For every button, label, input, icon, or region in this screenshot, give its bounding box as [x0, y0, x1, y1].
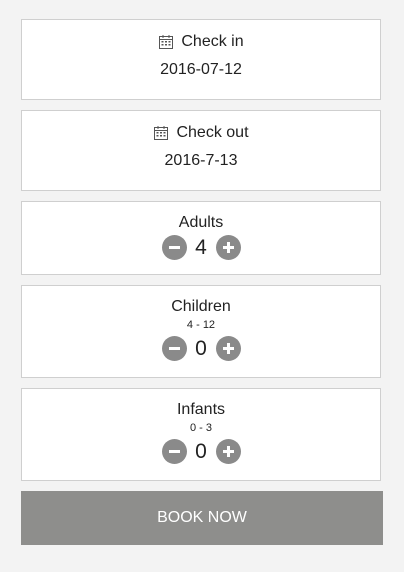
- infants-label: Infants: [176, 401, 226, 418]
- infants-decrement-button[interactable]: [161, 439, 187, 464]
- minus-icon: [168, 246, 180, 249]
- infants-age-range: 0 - 3: [189, 422, 212, 434]
- children-stepper: 0: [22, 336, 380, 361]
- checkout-date[interactable]: 2016-7-13: [22, 151, 380, 171]
- children-age-range: 4 - 12: [186, 319, 216, 331]
- plus-icon: [226, 242, 230, 253]
- checkin-label: Check in: [181, 33, 244, 50]
- children-field: Children 4 - 12 0: [21, 285, 381, 378]
- adults-field: Adults 4: [21, 201, 381, 275]
- plus-icon: [226, 343, 230, 354]
- minus-icon: [168, 347, 180, 350]
- checkout-field[interactable]: Check out 2016-7-13: [21, 110, 381, 191]
- adults-decrement-button[interactable]: [161, 235, 187, 260]
- checkin-field[interactable]: Check in 2016-07-12: [21, 19, 381, 100]
- infants-increment-button[interactable]: [215, 439, 241, 464]
- infants-stepper: 0: [22, 439, 380, 464]
- infants-field: Infants 0 - 3 0: [21, 388, 381, 481]
- infants-count: 0: [195, 440, 207, 463]
- adults-stepper: 4: [22, 235, 380, 260]
- minus-icon: [168, 450, 180, 453]
- adults-label: Adults: [178, 214, 224, 231]
- adults-increment-button[interactable]: [215, 235, 241, 260]
- checkout-label: Check out: [176, 124, 249, 141]
- plus-icon: [226, 446, 230, 457]
- calendar-icon: [154, 126, 169, 140]
- book-now-button[interactable]: BOOK NOW: [21, 491, 383, 545]
- checkin-date[interactable]: 2016-07-12: [22, 60, 380, 80]
- checkout-label-row: Check out: [22, 123, 380, 143]
- children-count: 0: [195, 337, 207, 360]
- calendar-icon: [159, 35, 174, 49]
- children-increment-button[interactable]: [215, 336, 241, 361]
- children-decrement-button[interactable]: [161, 336, 187, 361]
- adults-count: 4: [195, 236, 207, 259]
- children-label: Children: [171, 298, 231, 315]
- checkin-label-row: Check in: [22, 32, 380, 52]
